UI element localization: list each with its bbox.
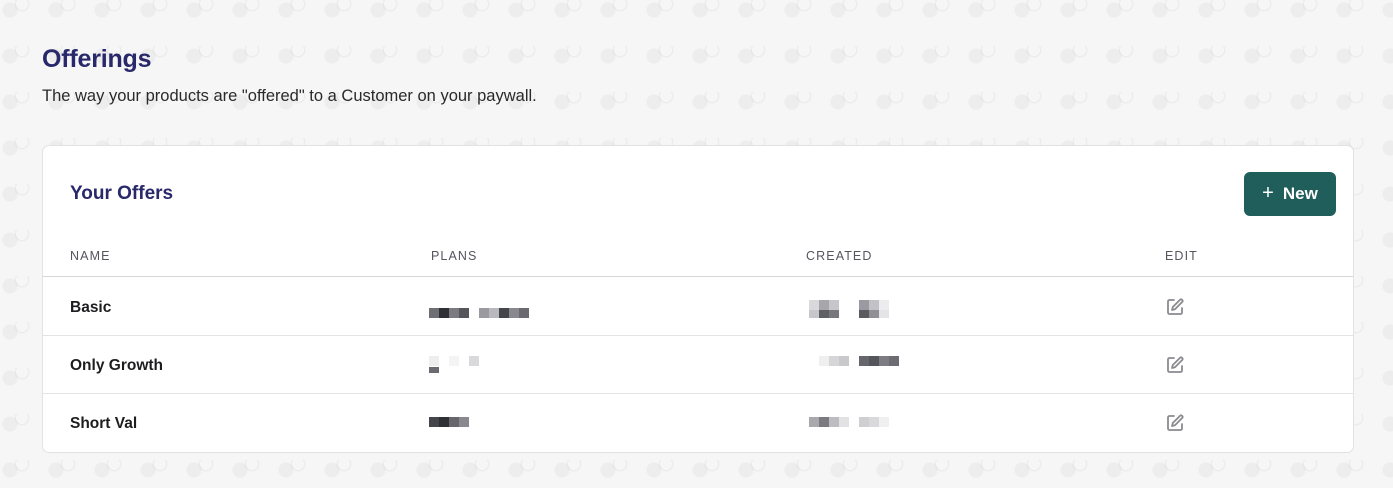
edit-icon[interactable] <box>1165 413 1185 433</box>
column-header-name: NAME <box>70 249 111 263</box>
offers-card: Your Offers + New NAME PLANS CREATED EDI… <box>42 145 1354 453</box>
created-redacted <box>819 356 899 366</box>
column-header-edit: EDIT <box>1165 249 1198 263</box>
card-title: Your Offers <box>70 183 174 204</box>
table-row[interactable]: Basic <box>43 278 1353 336</box>
plans-redacted <box>429 356 479 374</box>
page-subtitle: The way your products are "offered" to a… <box>42 87 537 105</box>
created-redacted <box>809 300 899 318</box>
edit-icon[interactable] <box>1165 355 1185 375</box>
edit-icon[interactable] <box>1165 297 1185 317</box>
new-button-label: New <box>1282 184 1318 203</box>
column-header-plans: PLANS <box>431 249 478 263</box>
column-header-created: CREATED <box>806 249 873 263</box>
table-row[interactable]: Short Val <box>43 394 1353 452</box>
plans-redacted <box>429 308 529 318</box>
offer-name: Basic <box>70 299 112 316</box>
new-offer-button[interactable]: + New <box>1244 172 1336 216</box>
page-title: Offerings <box>42 45 152 73</box>
table-row[interactable]: Only Growth <box>43 336 1353 394</box>
table-header: NAME PLANS CREATED EDIT <box>43 236 1353 277</box>
plans-redacted <box>429 417 469 427</box>
plus-icon: + <box>1262 182 1274 204</box>
offer-name: Short Val <box>70 415 138 432</box>
created-redacted <box>809 417 889 427</box>
offer-name: Only Growth <box>70 357 163 374</box>
